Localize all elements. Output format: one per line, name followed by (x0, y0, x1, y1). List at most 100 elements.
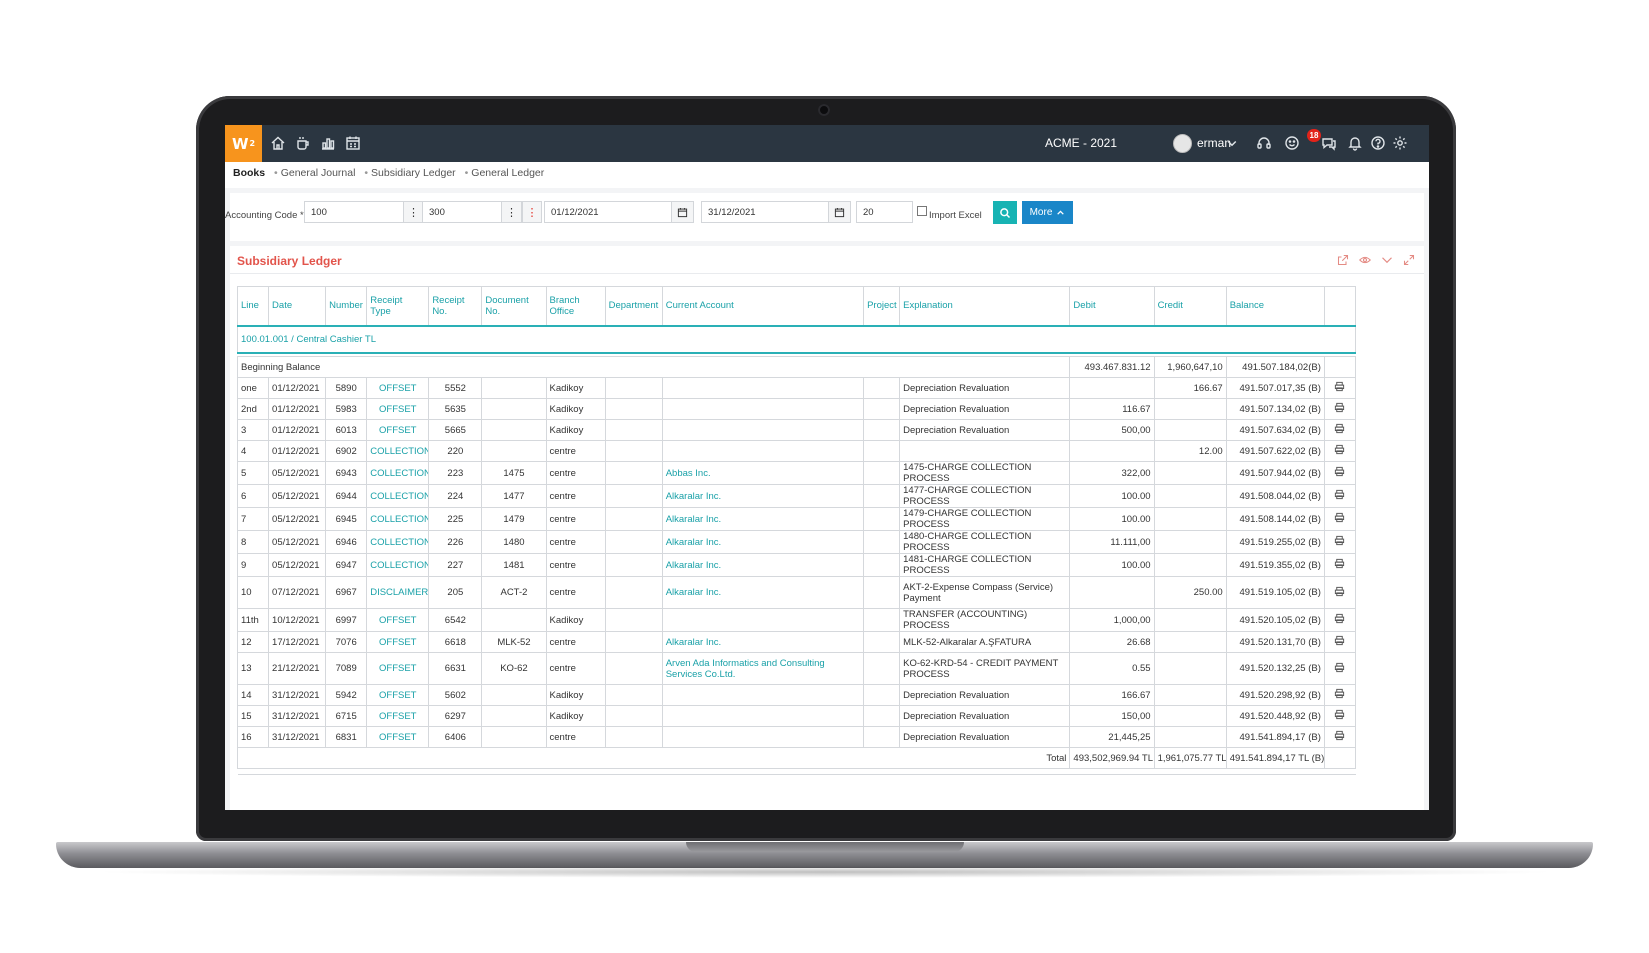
column-header[interactable]: Receipt Type (366, 286, 430, 327)
table-row[interactable]: 11th 10/12/2021 6997 OFFSET 6542 Kadikoy TRANS… (236, 608, 1357, 632)
app-logo[interactable]: W2 (225, 125, 262, 162)
receipt-type-link[interactable]: COLLECTION (366, 461, 430, 485)
print-icon[interactable] (1334, 535, 1346, 547)
calendar-icon[interactable] (672, 201, 694, 223)
current-account-link[interactable]: Alkaralar Inc. (661, 530, 865, 554)
avatar[interactable] (1173, 134, 1192, 153)
expand-icon[interactable] (1402, 253, 1416, 267)
code-from-options-button[interactable]: ⋮ (404, 201, 424, 223)
receipt-type-link[interactable]: OFFSET (366, 419, 430, 441)
search-button[interactable] (993, 201, 1017, 224)
print-icon[interactable] (1334, 381, 1346, 393)
receipt-type-link[interactable]: OFFSET (366, 608, 430, 632)
print-icon[interactable] (1334, 423, 1346, 435)
help-icon[interactable] (1369, 134, 1387, 152)
eye-icon[interactable] (1358, 253, 1372, 267)
receipt-type-link[interactable]: OFFSET (366, 652, 430, 685)
page-size-input[interactable]: 20 (856, 201, 913, 223)
gear-icon[interactable] (1391, 134, 1409, 152)
table-row[interactable]: one 01/12/2021 5890 OFFSET 5552 Kadikoy Deprec… (236, 377, 1357, 399)
receipt-type-link[interactable]: COLLECTION (366, 484, 430, 508)
table-row[interactable]: 3 01/12/2021 6013 OFFSET 5665 Kadikoy Deprecia… (236, 419, 1357, 441)
column-header[interactable]: Credit (1153, 286, 1227, 327)
receipt-type-link[interactable]: OFFSET (366, 398, 430, 420)
print-icon[interactable] (1334, 586, 1346, 598)
print-icon[interactable] (1334, 489, 1346, 501)
current-account-link[interactable]: Alkaralar Inc. (661, 576, 865, 609)
column-header[interactable]: Current Account (661, 286, 865, 327)
breadcrumb-general-ledger[interactable]: General Ledger (471, 167, 544, 179)
receipt-type-link[interactable]: COLLECTION (366, 440, 430, 462)
more-button[interactable]: More (1022, 201, 1073, 224)
current-account-link[interactable]: Alkaralar Inc. (661, 484, 865, 508)
print-icon[interactable] (1334, 662, 1346, 674)
chat-icon[interactable] (1320, 134, 1338, 152)
table-row[interactable]: 14 31/12/2021 5942 OFFSET 5602 Kadikoy Depreci… (236, 684, 1357, 706)
table-row[interactable]: 13 21/12/2021 7089 OFFSET 6631 KO-62 centre Arv… (236, 652, 1357, 685)
current-account-link[interactable]: Arven Ada Informatics and Consulting Ser… (661, 652, 865, 685)
company-selector[interactable]: ACME - 2021 (1045, 136, 1117, 150)
column-header[interactable]: Explanation (899, 286, 1071, 327)
chevron-down-icon[interactable] (1226, 134, 1238, 152)
receipt-type-link[interactable]: COLLECTION (366, 530, 430, 554)
print-icon[interactable] (1334, 613, 1346, 625)
accounting-code-to-input[interactable]: 300 (422, 201, 502, 223)
print-icon[interactable] (1334, 730, 1346, 742)
current-account-link[interactable]: Abbas Inc. (661, 461, 865, 485)
date-from-input[interactable]: 01/12/2021 (544, 201, 672, 223)
print-icon[interactable] (1334, 635, 1346, 647)
table-row[interactable]: 8 05/12/2021 6946 COLLECTION 226 1480 centre Al… (236, 530, 1357, 554)
table-row[interactable]: 7 05/12/2021 6945 COLLECTION 225 1479 centre Al… (236, 507, 1357, 531)
emoji-icon[interactable] (1283, 134, 1301, 152)
print-icon[interactable] (1334, 688, 1346, 700)
current-account-link[interactable]: Alkaralar Inc. (661, 553, 865, 577)
breadcrumb-books[interactable]: Books (233, 167, 265, 179)
import-excel-checkbox[interactable] (917, 206, 927, 216)
receipt-type-link[interactable]: COLLECTION (366, 553, 430, 577)
table-row[interactable]: 16 31/12/2021 6831 OFFSET 6406 centre Deprecia… (236, 726, 1357, 748)
code-to-options-button[interactable]: ⋮ (502, 201, 522, 223)
receipt-type-link[interactable]: OFFSET (366, 377, 430, 399)
table-row[interactable]: 12 17/12/2021 7076 OFFSET 6618 MLK-52 centre Al… (236, 631, 1357, 653)
column-header[interactable]: Balance (1225, 286, 1325, 327)
print-icon[interactable] (1334, 466, 1346, 478)
table-row[interactable]: 9 05/12/2021 6947 COLLECTION 227 1481 centre Al… (236, 553, 1357, 577)
code-to-clear-button[interactable]: ⋮ (522, 201, 542, 223)
column-header[interactable]: Project (863, 286, 901, 327)
current-account-link[interactable]: Alkaralar Inc. (661, 631, 865, 653)
collapse-icon[interactable] (1380, 253, 1394, 267)
print-icon[interactable] (1334, 444, 1346, 456)
bell-icon[interactable] (1346, 134, 1364, 152)
current-account-link[interactable]: Alkaralar Inc. (661, 507, 865, 531)
column-header[interactable]: Department (604, 286, 663, 327)
coffee-icon[interactable] (294, 134, 312, 152)
table-row[interactable]: 6 05/12/2021 6944 COLLECTION 224 1477 centre Al… (236, 484, 1357, 508)
print-icon[interactable] (1334, 402, 1346, 414)
print-icon[interactable] (1334, 512, 1346, 524)
table-row[interactable]: 2nd 01/12/2021 5983 OFFSET 5635 Kadikoy Deprec… (236, 398, 1357, 420)
column-header[interactable]: Number (325, 286, 368, 327)
account-group-label[interactable]: 100.01.001 / Central Cashier TL (237, 325, 1356, 354)
headset-icon[interactable] (1255, 134, 1273, 152)
breadcrumb-general-journal[interactable]: General Journal (281, 167, 356, 179)
receipt-type-link[interactable]: OFFSET (366, 684, 430, 706)
column-header[interactable]: Branch Office (545, 286, 606, 327)
date-to-input[interactable]: 31/12/2021 (701, 201, 829, 223)
bar-chart-icon[interactable] (319, 134, 337, 152)
receipt-type-link[interactable]: OFFSET (366, 631, 430, 653)
receipt-type-link[interactable]: DISCLAIMER (366, 576, 430, 609)
column-header[interactable]: Date (268, 286, 327, 327)
breadcrumb-subsidiary-ledger[interactable]: Subsidiary Ledger (371, 167, 456, 179)
accounting-code-from-input[interactable]: 100 (304, 201, 404, 223)
table-row[interactable]: 5 05/12/2021 6943 COLLECTION 223 1475 centre Ab… (236, 461, 1357, 485)
table-row[interactable]: 15 31/12/2021 6715 OFFSET 6297 Kadikoy Depreci… (236, 705, 1357, 727)
table-row[interactable]: 4 01/12/2021 6902 COLLECTION 220 centre 12.00 4… (236, 440, 1357, 462)
calendar-icon[interactable] (829, 201, 851, 223)
calendar-icon[interactable] (344, 134, 362, 152)
print-icon[interactable] (1334, 709, 1346, 721)
home-icon[interactable] (269, 134, 287, 152)
receipt-type-link[interactable]: OFFSET (366, 705, 430, 727)
table-row[interactable]: 10 07/12/2021 6967 DISCLAIMER 205 ACT-2 centre… (236, 576, 1357, 609)
receipt-type-link[interactable]: COLLECTION (366, 507, 430, 531)
receipt-type-link[interactable]: OFFSET (366, 726, 430, 748)
